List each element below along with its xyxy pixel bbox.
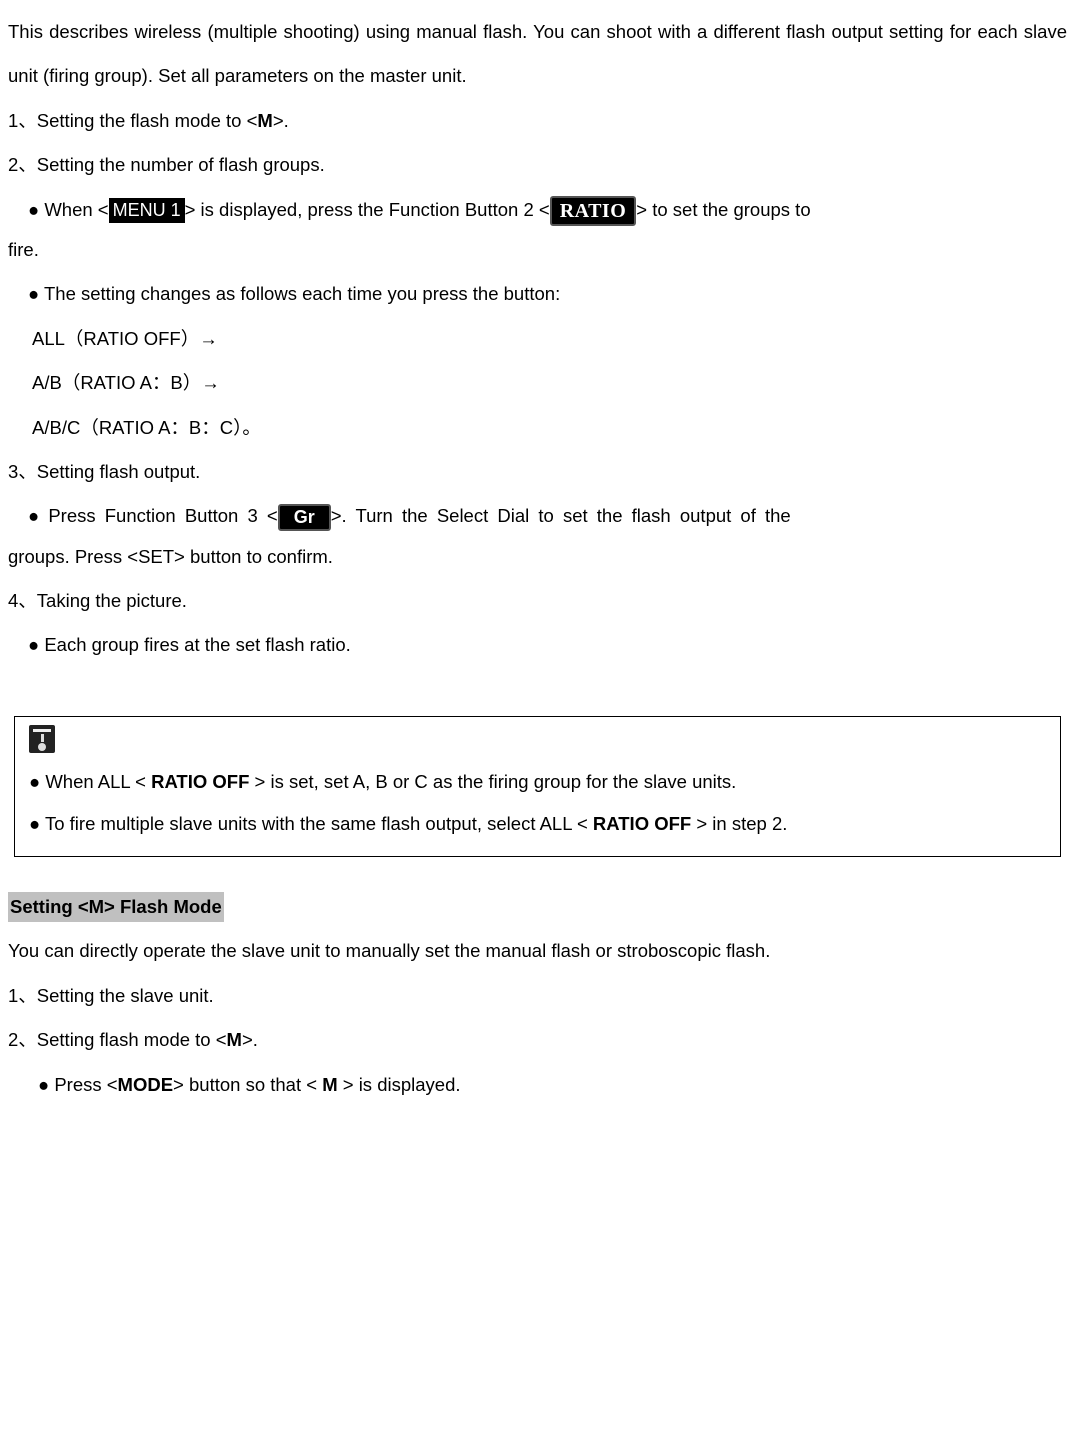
n2-ratio-off: RATIO OFF	[593, 813, 691, 834]
note-2: ● To fire multiple slave units with the …	[29, 803, 1046, 846]
ratio-icon: RATIO	[550, 196, 637, 226]
n1-ratio-off: RATIO OFF	[151, 771, 249, 792]
step-3-tail: groups. Press <SET> button to confirm.	[8, 535, 1067, 579]
s2b1-mid: > is displayed, press the Function Butto…	[185, 199, 550, 220]
section2-intro: You can directly operate the slave unit …	[8, 929, 1067, 973]
intro-paragraph: This describes wireless (multiple shooti…	[8, 10, 1067, 99]
step1-m: M	[257, 110, 272, 131]
step1-post: >.	[273, 110, 289, 131]
gr-icon: Gr	[278, 504, 331, 532]
ratio-seq-3: A/B/C（RATIO A：B：C）。	[8, 406, 1067, 450]
heading-m-flash: Setting <M> Flash Mode	[8, 885, 1067, 929]
step-3-bullet-1: ● Press Function Button 3 <Gr>. Turn the…	[8, 494, 1067, 538]
step-2-bullet-1: ● When <MENU 1> is displayed, press the …	[8, 188, 1067, 232]
info-icon	[29, 725, 55, 753]
ratio-seq-2: A/B（RATIO A：B）→	[8, 361, 1067, 405]
section2-step-1: 1、Setting the slave unit.	[8, 974, 1067, 1018]
step-1: 1、Setting the flash mode to <M>.	[8, 99, 1067, 143]
s2b1-pre: ● When <	[28, 199, 109, 220]
step-3: 3、Setting flash output.	[8, 450, 1067, 494]
ratio-seq-1: ALL（RATIO OFF）→	[8, 317, 1067, 361]
n2-pre: ● To fire multiple slave units with the …	[29, 813, 593, 834]
s2s2-post: >.	[242, 1029, 258, 1050]
s2b1-pre2: ● Press <	[38, 1074, 118, 1095]
note-1: ● When ALL < RATIO OFF > is set, set A, …	[29, 761, 1046, 804]
info-box: ● When ALL < RATIO OFF > is set, set A, …	[14, 716, 1061, 857]
step-2-bullet-1-tail: fire.	[8, 228, 1067, 272]
step-4: 4、Taking the picture.	[8, 579, 1067, 623]
section2-bullet-1: ● Press <MODE> button so that < M > is d…	[8, 1063, 1067, 1107]
s2s2-pre: 2、Setting flash mode to <	[8, 1029, 227, 1050]
n1-pre: ● When ALL <	[29, 771, 151, 792]
s3b1-pre: ● Press Function Button 3 <	[28, 505, 278, 526]
n2-post: > in step 2.	[691, 813, 787, 834]
step-4-bullet-1: ● Each group fires at the set flash rati…	[8, 623, 1067, 667]
heading-text: Setting <M> Flash Mode	[8, 892, 224, 922]
s2b1-m: M	[322, 1074, 337, 1095]
menu1-label: MENU 1	[109, 198, 185, 223]
s2s2-m: M	[227, 1029, 242, 1050]
s2b1-post2: > is displayed.	[338, 1074, 461, 1095]
s2b1-post: > to set the groups to	[636, 199, 810, 220]
step-2: 2、Setting the number of flash groups.	[8, 143, 1067, 187]
step1-pre: 1、Setting the flash mode to <	[8, 110, 257, 131]
s3b1-post: >. Turn the Select Dial to set the flash…	[331, 505, 791, 526]
s2b1-mode: MODE	[118, 1074, 174, 1095]
n1-post: > is set, set A, B or C as the firing gr…	[249, 771, 736, 792]
s2b1-mid2: > button so that <	[173, 1074, 322, 1095]
step-2-bullet-2: ● The setting changes as follows each ti…	[8, 272, 1067, 316]
section2-step-2: 2、Setting flash mode to <M>.	[8, 1018, 1067, 1062]
